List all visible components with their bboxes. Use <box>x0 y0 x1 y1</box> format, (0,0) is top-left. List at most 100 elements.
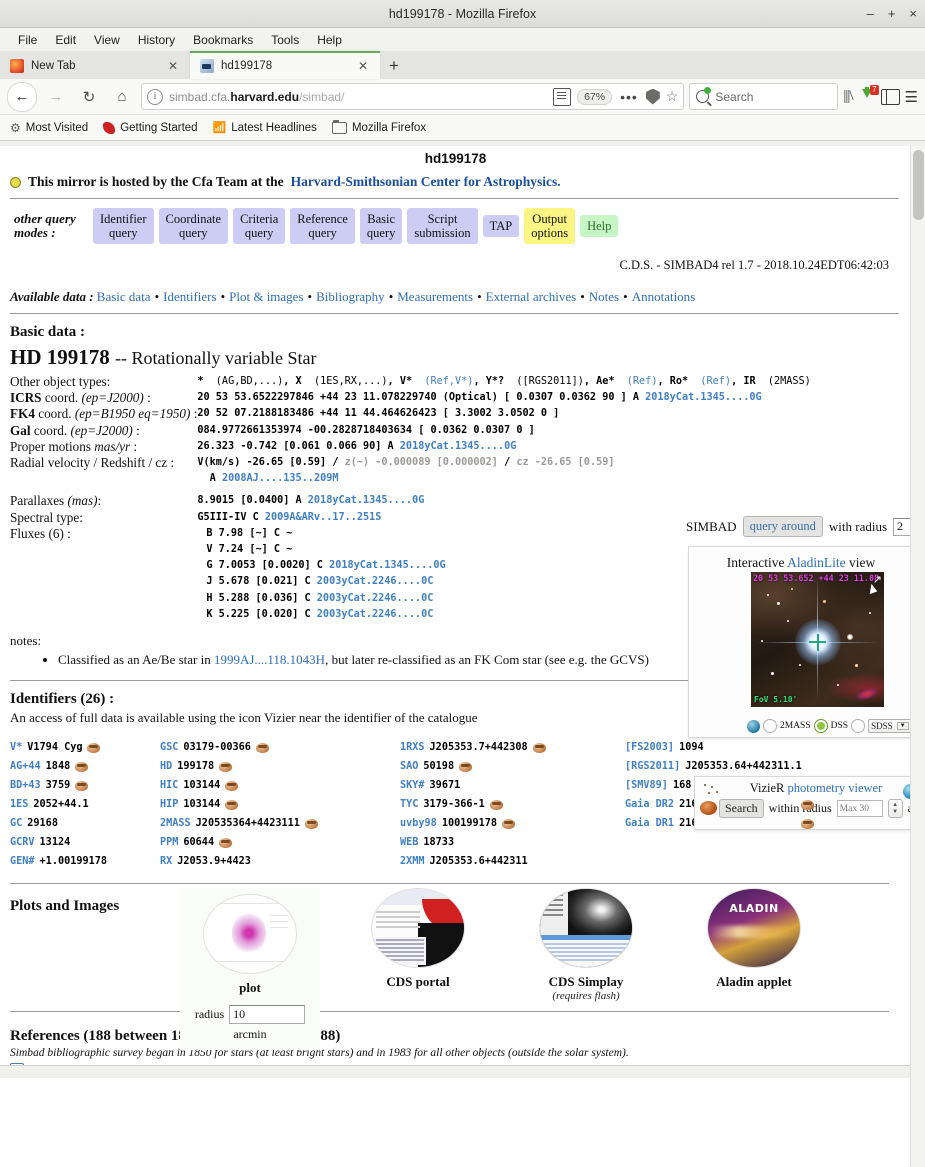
vizier-icon[interactable] <box>75 780 89 791</box>
menu-file[interactable]: File <box>9 31 46 49</box>
photometry-viewer-link[interactable]: photometry viewer <box>788 781 883 795</box>
vizier-icon[interactable] <box>800 818 814 829</box>
list-item[interactable]: 1ES 2052+44.1 <box>10 795 160 814</box>
vizier-radius-input[interactable] <box>836 800 883 817</box>
downloads-icon[interactable]: 7 <box>858 84 879 107</box>
vizier-icon[interactable] <box>304 818 318 829</box>
plot-thumbnail[interactable] <box>203 894 297 975</box>
home-icon[interactable]: ⌂ <box>108 83 136 111</box>
list-item[interactable]: GSC 03179-00366 <box>160 738 400 757</box>
tab-close-icon[interactable]: ✕ <box>356 59 370 73</box>
nav-identifiers[interactable]: Identifiers <box>163 289 216 304</box>
bookmark-most-visited[interactable]: ⚙ Most Visited <box>10 121 88 135</box>
bookmark-latest-headlines[interactable]: 📶 Latest Headlines <box>213 121 317 135</box>
close-icon[interactable]: × <box>909 7 917 20</box>
bookmark-mozilla-firefox[interactable]: Mozilla Firefox <box>331 119 426 134</box>
list-item[interactable]: BD+43 3759 <box>10 776 160 795</box>
list-item[interactable]: 1RXS J205353.7+442308 <box>400 738 625 757</box>
btn-output-options[interactable]: Output options <box>524 208 576 244</box>
reader-mode-icon[interactable] <box>553 87 572 106</box>
btn-coordinate-query[interactable]: Coordinate query <box>158 208 229 244</box>
btn-tap[interactable]: TAP <box>482 215 520 237</box>
aladinlite-link[interactable]: AladinLite <box>787 555 845 570</box>
list-item[interactable]: [RGS2011] J205353.64+442311.1 <box>625 757 875 776</box>
minimize-icon[interactable]: – <box>867 7 874 20</box>
btn-basic-query[interactable]: Basic query <box>359 208 403 244</box>
list-item[interactable]: HIP 103144 <box>160 795 400 814</box>
vizier-icon[interactable] <box>225 799 239 810</box>
note-reference-link[interactable]: 1999AJ....118.1043H <box>214 652 325 667</box>
hamburger-menu-icon[interactable]: ☰ <box>905 88 918 106</box>
page-actions-icon[interactable]: ••• <box>618 89 640 105</box>
vizier-icon[interactable] <box>255 742 269 753</box>
list-item[interactable]: HIC 103144 <box>160 776 400 795</box>
list-item[interactable]: SKY# 39671 <box>400 776 625 795</box>
list-item[interactable]: PPM 60644 <box>160 833 400 852</box>
vizier-icon[interactable] <box>219 761 233 772</box>
menu-history[interactable]: History <box>129 31 184 49</box>
btn-reference-query[interactable]: Reference query <box>290 208 355 244</box>
plot-item-cds-portal[interactable]: CDS portal <box>348 888 488 990</box>
list-item[interactable]: HD 199178 <box>160 757 400 776</box>
cds-portal-thumbnail[interactable] <box>371 888 465 969</box>
site-info-icon[interactable]: i <box>147 88 163 105</box>
plot-item-plot[interactable]: plot radius arcmin <box>180 888 320 1051</box>
query-around-button[interactable]: query around <box>742 516 823 537</box>
globe-icon[interactable] <box>747 719 760 733</box>
vizier-icon[interactable] <box>489 799 503 810</box>
list-item[interactable]: AG+44 1848 <box>10 757 160 776</box>
vizier-icon[interactable] <box>87 742 101 753</box>
nav-measurements[interactable]: Measurements <box>397 289 473 304</box>
zoom-level-badge[interactable]: 67% <box>577 88 613 105</box>
forward-icon[interactable]: → <box>42 83 70 111</box>
radio-dss[interactable] <box>813 719 828 733</box>
pocket-icon[interactable] <box>645 88 660 105</box>
cds-simplay-thumbnail[interactable] <box>539 888 633 969</box>
search-bar[interactable]: Search <box>689 83 839 110</box>
radio-other[interactable] <box>851 719 866 733</box>
list-item[interactable]: GC 29168 <box>10 814 160 833</box>
btn-identifier-query[interactable]: Identifier query <box>93 208 154 244</box>
survey-dropdown[interactable]: SDSS ▼ <box>868 719 912 733</box>
menu-edit[interactable]: Edit <box>46 31 85 49</box>
vizier-icon[interactable] <box>502 818 516 829</box>
tab-new-tab[interactable]: New Tab ✕ <box>0 53 190 79</box>
bookmark-star-icon[interactable]: ☆ <box>666 88 679 105</box>
list-item[interactable]: [FS2003] 1094 <box>625 738 875 757</box>
address-bar[interactable]: i simbad.cfa.harvard.edu/simbad/ 67% •••… <box>141 83 685 110</box>
vizier-icon[interactable] <box>219 837 233 848</box>
btn-script-submission[interactable]: Script submission <box>407 208 478 244</box>
vizier-icon[interactable] <box>75 761 89 772</box>
page-scrollbar[interactable] <box>910 146 925 1167</box>
radio-2mass[interactable] <box>763 719 777 733</box>
plot-radius-input[interactable] <box>229 1005 306 1025</box>
nav-bibliography[interactable]: Bibliography <box>316 289 385 304</box>
tab-hd199178[interactable]: hd199178 ✕ <box>190 51 380 79</box>
vizier-search-button[interactable]: Search <box>719 799 764 818</box>
nav-annotations[interactable]: Annotations <box>632 289 696 304</box>
sky-image[interactable]: 20 53 53.652 +44 23 11.08 ↗ FoV 5.10' <box>751 572 884 707</box>
menu-view[interactable]: View <box>85 31 129 49</box>
nav-basic-data[interactable]: Basic data <box>97 289 151 304</box>
list-item[interactable]: TYC 3179-366-1 <box>400 795 625 814</box>
bookmark-getting-started[interactable]: Getting Started <box>103 121 198 134</box>
menu-bookmarks[interactable]: Bookmarks <box>184 31 262 49</box>
list-item[interactable]: V* V1794 Cyg <box>10 738 160 757</box>
scrollbar-thumb[interactable] <box>913 150 924 220</box>
tab-close-icon[interactable]: ✕ <box>166 59 180 73</box>
menu-tools[interactable]: Tools <box>262 31 308 49</box>
nav-plot-images[interactable]: Plot & images <box>229 289 303 304</box>
btn-criteria-query[interactable]: Criteria query <box>233 208 286 244</box>
vizier-icon[interactable] <box>459 761 473 772</box>
list-item[interactable]: GCRV 13124 <box>10 833 160 852</box>
back-icon[interactable]: ← <box>7 81 37 112</box>
nav-notes[interactable]: Notes <box>589 289 619 304</box>
menu-help[interactable]: Help <box>308 31 351 49</box>
vizier-icon[interactable] <box>800 799 814 810</box>
btn-help[interactable]: Help <box>580 215 619 237</box>
spinner-stepper[interactable]: ▲ ▼ <box>887 799 903 818</box>
list-item[interactable]: 2XMM J205353.6+442311 <box>400 852 625 871</box>
list-item[interactable]: SAO 50198 <box>400 757 625 776</box>
plot-item-aladin-applet[interactable]: ALADIN Aladin applet <box>684 888 824 990</box>
new-tab-button[interactable]: + <box>380 53 408 79</box>
